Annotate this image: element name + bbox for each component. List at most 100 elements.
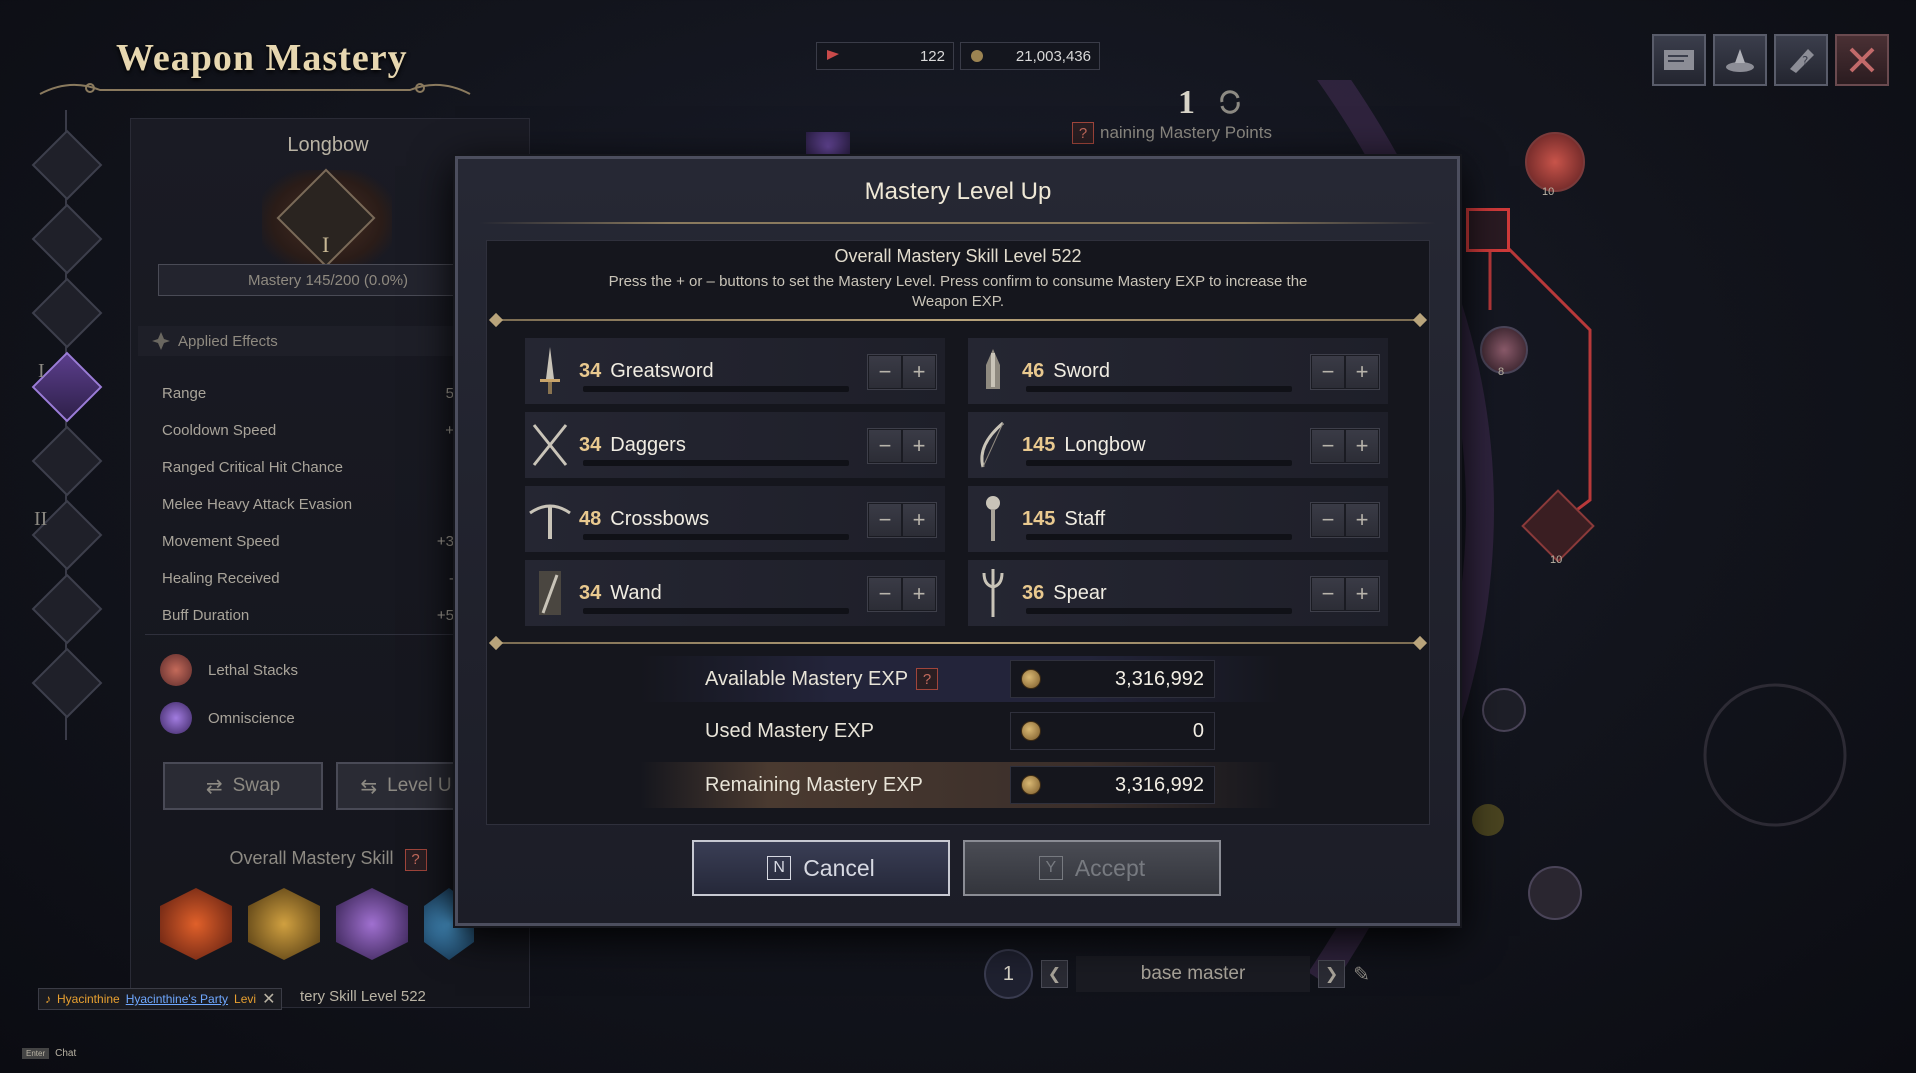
- tree-node-locked-1-icon[interactable]: [1482, 688, 1526, 732]
- effect-name-movement: Movement Speed: [162, 533, 280, 550]
- remaining-points-number: 1: [1178, 84, 1195, 121]
- available-exp-help-icon[interactable]: ?: [916, 668, 939, 690]
- staff-minus-button[interactable]: −: [1312, 504, 1344, 536]
- tree-node-4-icon[interactable]: [1472, 804, 1504, 836]
- greatsword-icon: [525, 338, 575, 404]
- title-ornament: [39, 83, 471, 95]
- flag-currency-icon: [827, 50, 839, 60]
- chat-label: Chat: [55, 1048, 77, 1059]
- window-close-button[interactable]: [1835, 34, 1889, 86]
- lethal-stacks-icon: [160, 654, 192, 686]
- chat-hint[interactable]: Enter Chat: [22, 1048, 76, 1059]
- tree-node-1-icon[interactable]: [1525, 132, 1585, 192]
- top-menu-button-2[interactable]: [1713, 34, 1767, 86]
- remaining-exp-row: Remaining Mastery EXP 3,316,992: [640, 762, 1280, 808]
- wand-minus-button[interactable]: −: [869, 578, 901, 610]
- crossbows-minus-button[interactable]: −: [869, 504, 901, 536]
- rail-spear-icon[interactable]: [31, 647, 103, 719]
- greatsword-minus-button[interactable]: −: [869, 356, 901, 388]
- sword-plus-button[interactable]: +: [1346, 356, 1378, 388]
- wand-plus-button[interactable]: +: [903, 578, 935, 610]
- skill-omniscience-label: Omniscience: [208, 709, 295, 727]
- accept-button[interactable]: Y Accept: [963, 840, 1221, 896]
- weapon-row-greatsword: 34 Greatsword − +: [525, 338, 945, 404]
- effect-name-range: Range: [162, 385, 207, 402]
- greatsword-exp-track: [583, 386, 849, 392]
- longbow-level: 145: [1022, 433, 1056, 456]
- svg-text:?: ?: [1802, 54, 1808, 68]
- greatsword-name: Greatsword: [610, 359, 714, 382]
- daggers-exp-track: [583, 460, 849, 466]
- wand-icon: [525, 560, 575, 626]
- wand-exp-track: [583, 608, 849, 614]
- weapon-row-crossbows: 48 Crossbows − +: [525, 486, 945, 552]
- preset-number-badge: 1: [984, 949, 1033, 999]
- daggers-icon: [525, 412, 575, 478]
- points-help-icon[interactable]: ?: [1072, 122, 1094, 144]
- greatsword-plus-button[interactable]: +: [903, 356, 935, 388]
- rail-greatsword-icon[interactable]: [31, 129, 103, 201]
- reset-points-icon[interactable]: [1216, 88, 1244, 116]
- preset-navigator: 1 ❮ base master ❯ ✎: [984, 946, 1370, 1002]
- preset-edit-icon[interactable]: ✎: [1353, 962, 1370, 987]
- swap-icon: ⇄: [205, 775, 223, 798]
- effect-name-crit: Ranged Critical Hit Chance: [162, 459, 343, 476]
- staff-level: 145: [1022, 507, 1056, 530]
- crossbows-level: 48: [579, 507, 602, 530]
- spear-exp-track: [1026, 608, 1292, 614]
- cancel-button[interactable]: N Cancel: [692, 840, 950, 896]
- overall-mastery-help-icon[interactable]: ?: [404, 848, 427, 871]
- mastery-exp-coin-icon: [1021, 721, 1041, 741]
- crossbows-stepper: − +: [867, 502, 937, 538]
- rail-tier-1-numeral: I: [38, 360, 45, 382]
- remaining-exp-value: 3,316,992: [1115, 773, 1204, 796]
- dialog-instructions: Press the + or – buttons to set the Mast…: [608, 273, 1308, 310]
- used-exp-box: 0: [1010, 712, 1215, 750]
- daggers-plus-button[interactable]: +: [903, 430, 935, 462]
- top-menu-button-3[interactable]: ?: [1774, 34, 1828, 86]
- accept-label: Accept: [1074, 854, 1146, 881]
- available-exp-row: Available Mastery EXP ? 3,316,992: [640, 656, 1280, 702]
- staff-plus-button[interactable]: +: [1346, 504, 1378, 536]
- mastery-progress-text: Mastery 145/200 (0.0%): [247, 271, 409, 289]
- chat-key: Enter: [22, 1048, 50, 1059]
- spear-name: Spear: [1053, 581, 1107, 604]
- used-exp-value: 0: [1192, 719, 1204, 742]
- rail-crossbow-icon[interactable]: [31, 425, 103, 497]
- longbow-icon: [968, 412, 1018, 478]
- preset-prev-button[interactable]: ❮: [1040, 960, 1069, 988]
- tree-node-2-count: 8: [1498, 366, 1505, 378]
- remaining-exp-box: 3,316,992: [1010, 766, 1215, 804]
- rail-daggers-icon[interactable]: [31, 277, 103, 349]
- party-dismiss-icon[interactable]: ✕: [262, 989, 275, 1009]
- party-invite-chip[interactable]: ♪ Hyacinthine Hyacinthine's Party Levi ✕: [38, 988, 283, 1010]
- effect-value-buff: +5: [436, 607, 454, 624]
- swap-button[interactable]: ⇄ Swap: [163, 762, 323, 810]
- rail-sword-icon[interactable]: [31, 203, 103, 275]
- longbow-plus-button[interactable]: +: [1346, 430, 1378, 462]
- altar-icon: [1726, 49, 1754, 72]
- daggers-minus-button[interactable]: −: [869, 430, 901, 462]
- longbow-minus-button[interactable]: −: [1312, 430, 1344, 462]
- party-link[interactable]: Hyacinthine's Party: [126, 992, 228, 1006]
- sword-minus-button[interactable]: −: [1312, 356, 1344, 388]
- tree-node-selected-icon[interactable]: [1466, 208, 1510, 252]
- top-menu-button-1[interactable]: [1652, 34, 1706, 86]
- preset-name[interactable]: base master: [1076, 956, 1310, 992]
- skill-lethal-stacks[interactable]: Lethal Stacks: [160, 654, 298, 686]
- rail-wand-icon[interactable]: [31, 573, 103, 645]
- overall-mastery-label: Overall Mastery Skill: [229, 848, 394, 868]
- emblem-tier-numeral: I: [322, 232, 330, 257]
- spear-plus-button[interactable]: +: [1346, 578, 1378, 610]
- tree-node-locked-2-icon[interactable]: [1528, 866, 1582, 920]
- weapon-row-daggers: 34 Daggers − +: [525, 412, 945, 478]
- effect-value-healing: -: [449, 570, 454, 587]
- effect-name-healing: Healing Received: [162, 570, 280, 587]
- spear-minus-button[interactable]: −: [1312, 578, 1344, 610]
- preset-next-button[interactable]: ❯: [1317, 960, 1346, 988]
- effect-name-buff: Buff Duration: [162, 607, 250, 624]
- mastery-progress-bar: Mastery 145/200 (0.0%): [158, 264, 498, 296]
- crossbows-plus-button[interactable]: +: [903, 504, 935, 536]
- longbow-name: Longbow: [1064, 433, 1146, 456]
- skill-omniscience[interactable]: Omniscience: [160, 702, 295, 734]
